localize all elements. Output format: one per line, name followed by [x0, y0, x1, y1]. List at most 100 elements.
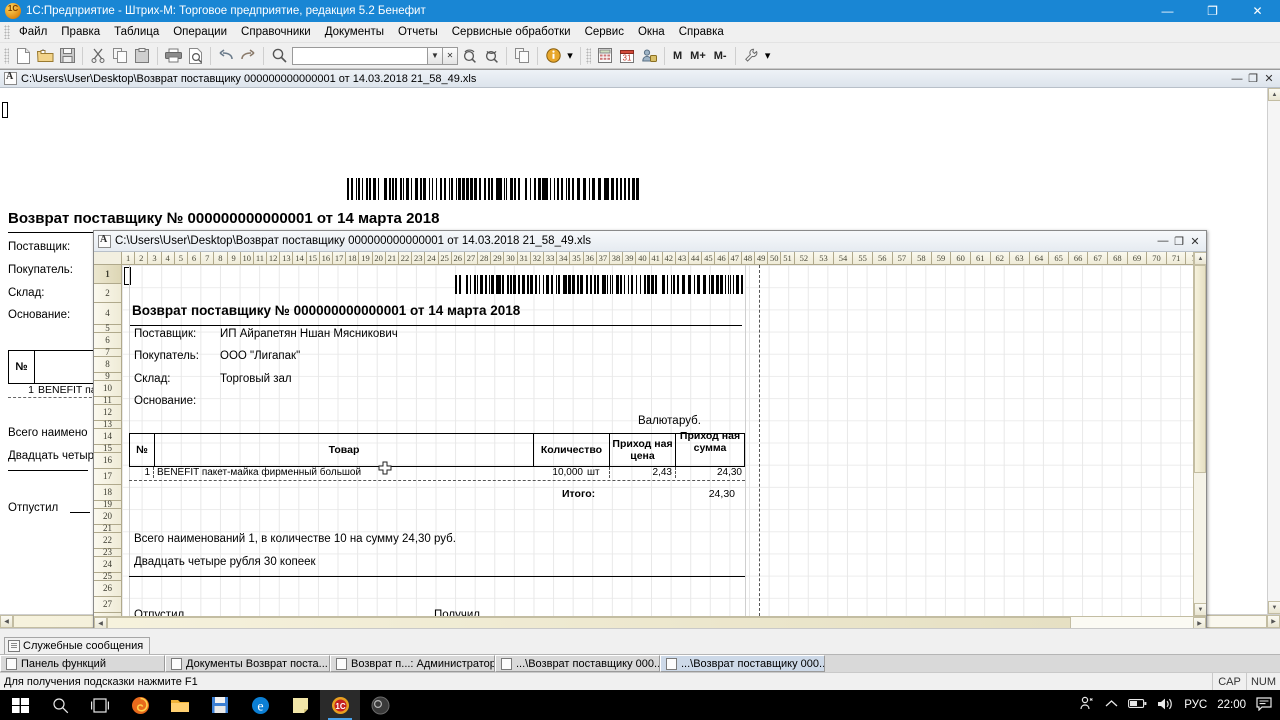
find-next-icon[interactable]	[458, 45, 480, 67]
column-header[interactable]: 66	[1068, 252, 1089, 265]
row-header[interactable]: 21	[94, 524, 121, 533]
menu-grip-icon[interactable]	[4, 25, 10, 39]
column-header[interactable]: 2	[135, 252, 149, 265]
column-header[interactable]: 10	[240, 252, 254, 265]
info-icon[interactable]	[542, 45, 564, 67]
scroll-right-icon[interactable]: ▶	[1267, 615, 1280, 628]
menu-item-windows[interactable]: Окна	[631, 24, 672, 40]
column-header[interactable]: 36	[583, 252, 597, 265]
column-header[interactable]: 57	[892, 252, 913, 265]
column-header[interactable]: 32	[530, 252, 544, 265]
column-header[interactable]: 6	[187, 252, 202, 265]
notifications-icon[interactable]	[1256, 696, 1272, 714]
row-header[interactable]: 16	[94, 453, 121, 469]
column-header[interactable]: 46	[715, 252, 729, 265]
column-header[interactable]: 58	[912, 252, 932, 265]
language-indicator[interactable]: РУС	[1184, 699, 1207, 711]
row-header[interactable]: 27	[94, 597, 121, 613]
column-headers[interactable]: 1 2 3 4 5 6 7 8 9 10 11 12 13 14 15 16 17 18 19 20 21 22 23 24 2…	[122, 252, 1193, 265]
column-header[interactable]: 45	[702, 252, 716, 265]
column-header[interactable]: 39	[623, 252, 637, 265]
scroll-up-icon[interactable]: ▲	[1268, 88, 1280, 101]
column-header[interactable]: 25	[438, 252, 452, 265]
scroll-track[interactable]	[1268, 101, 1280, 601]
column-header[interactable]: 43	[675, 252, 690, 265]
column-header[interactable]: 48	[741, 252, 755, 265]
obs-icon[interactable]	[360, 690, 400, 720]
column-header[interactable]: 28	[478, 252, 492, 265]
spreadsheet-minimize-button[interactable]: —	[1155, 233, 1171, 249]
column-header[interactable]: 30	[504, 252, 518, 265]
column-header[interactable]: 29	[491, 252, 505, 265]
menu-item-help[interactable]: Справка	[672, 24, 731, 40]
maximize-button[interactable]: ❐	[1190, 0, 1235, 22]
column-header[interactable]: 38	[609, 252, 624, 265]
wrench-icon[interactable]	[740, 45, 762, 67]
copy-icon[interactable]	[109, 45, 131, 67]
minimize-button[interactable]: —	[1145, 0, 1190, 22]
cut-icon[interactable]	[87, 45, 109, 67]
window-tab-return-admin[interactable]: Возврат п...: Администратор	[330, 655, 495, 672]
column-header[interactable]: 13	[280, 252, 294, 265]
row-header[interactable]: 7	[94, 348, 121, 357]
windows-start-icon[interactable]	[0, 690, 40, 720]
column-header[interactable]: 40	[636, 252, 650, 265]
column-header[interactable]: 16	[319, 252, 333, 265]
edge-icon[interactable]: e	[240, 690, 280, 720]
column-header[interactable]: 47	[728, 252, 742, 265]
redo-icon[interactable]	[237, 45, 259, 67]
menu-item-service-processing[interactable]: Сервисные обработки	[445, 24, 578, 40]
column-header[interactable]: 70	[1147, 252, 1167, 265]
save-icon[interactable]	[56, 45, 78, 67]
column-header[interactable]: 59	[931, 252, 952, 265]
spreadsheet-close-button[interactable]: ✕	[1187, 233, 1203, 249]
search-icon[interactable]	[268, 45, 290, 67]
people-icon[interactable]	[1079, 696, 1095, 714]
calendar-icon[interactable]: 31	[616, 45, 638, 67]
column-header[interactable]: 12	[267, 252, 281, 265]
column-header[interactable]: 37	[596, 252, 610, 265]
users-icon[interactable]	[638, 45, 660, 67]
spreadsheet-maximize-button[interactable]: ❐	[1171, 233, 1187, 249]
column-header[interactable]: 42	[662, 252, 676, 265]
column-header[interactable]: 56	[872, 252, 893, 265]
row-header[interactable]: 5	[94, 324, 121, 333]
toolbar-grip-icon-2[interactable]	[586, 47, 591, 64]
menu-item-service[interactable]: Сервис	[578, 24, 631, 40]
column-header[interactable]: 33	[544, 252, 558, 265]
row-header[interactable]: 23	[94, 548, 121, 557]
column-header[interactable]: 21	[385, 252, 399, 265]
column-header[interactable]: 55	[853, 252, 873, 265]
menu-item-reports[interactable]: Отчеты	[391, 24, 445, 40]
column-header[interactable]: 27	[464, 252, 479, 265]
paste-icon[interactable]	[131, 45, 153, 67]
clear-search-icon[interactable]: ✕	[443, 46, 458, 65]
scroll-up-icon[interactable]: ▲	[1194, 252, 1206, 265]
close-button[interactable]: ✕	[1235, 0, 1280, 22]
column-header[interactable]: 17	[333, 252, 347, 265]
row-header[interactable]: 26	[94, 581, 121, 597]
task-view-icon[interactable]	[80, 690, 120, 720]
row-header[interactable]: 9	[94, 372, 121, 381]
column-header[interactable]: 31	[517, 252, 531, 265]
search-input[interactable]	[292, 46, 428, 65]
column-header[interactable]: 26	[451, 252, 465, 265]
column-header[interactable]: 11	[253, 252, 268, 265]
scroll-left-icon[interactable]: ◀	[94, 617, 107, 628]
background-minimize-button[interactable]: —	[1229, 71, 1245, 87]
column-header[interactable]: 7	[201, 252, 215, 265]
scroll-left-icon[interactable]: ◀	[0, 615, 13, 628]
column-header[interactable]: 71	[1166, 252, 1187, 265]
spreadsheet-titlebar[interactable]: C:\Users\User\Desktop\Возврат поставщику…	[94, 231, 1206, 252]
column-header[interactable]: 1	[122, 252, 136, 265]
vscroll-track[interactable]	[1194, 473, 1206, 603]
row-header[interactable]: 1	[94, 265, 121, 284]
row-header[interactable]: 4	[94, 303, 121, 325]
column-header[interactable]: 67	[1088, 252, 1109, 265]
column-header[interactable]: 22	[398, 252, 413, 265]
notepad-icon[interactable]	[280, 690, 320, 720]
spreadsheet-horizontal-scrollbar[interactable]: ◀ ▶	[94, 616, 1206, 628]
column-header[interactable]: 34	[557, 252, 571, 265]
scroll-right-icon[interactable]: ▶	[1193, 617, 1206, 628]
column-header[interactable]: 24	[425, 252, 439, 265]
